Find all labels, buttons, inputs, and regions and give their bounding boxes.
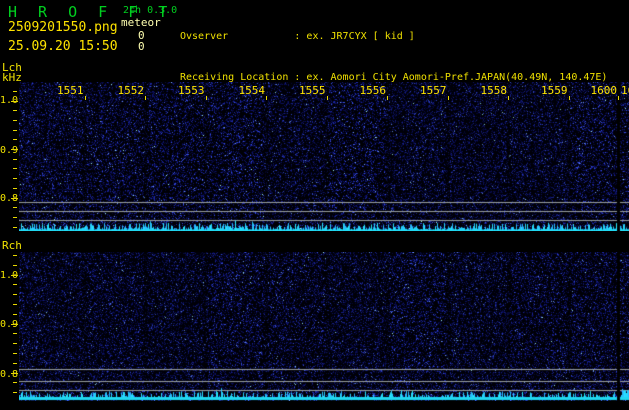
- axis-tick: [13, 294, 17, 296]
- axis-tick: [618, 96, 619, 100]
- axis-tick: [11, 323, 18, 325]
- lch-freq-label: 0.9: [0, 144, 19, 156]
- axis-tick: [11, 197, 18, 199]
- axis-tick: [13, 284, 17, 286]
- app-version: 2ch 0.3.0: [123, 5, 178, 16]
- axis-tick: [13, 343, 17, 345]
- rch-freq-label: 0.8: [0, 368, 19, 380]
- time-tick-label: 1600: [590, 84, 618, 97]
- axis-tick: [11, 372, 18, 374]
- axis-tick: [13, 207, 17, 209]
- axis-tick: [13, 178, 17, 180]
- axis-tick: [13, 216, 17, 218]
- axis-tick: [11, 149, 18, 150]
- output-filename: 2509201550.png: [8, 20, 118, 35]
- time-tick-label: 1557: [420, 84, 447, 97]
- axis-tick: [13, 187, 17, 189]
- axis-tick: [11, 100, 18, 102]
- time-tick-label-clipped: 16: [621, 84, 629, 97]
- time-tick-label: 1559: [541, 84, 568, 97]
- time-tick-label: 1556: [359, 84, 387, 97]
- axis-tick: [205, 96, 207, 100]
- axis-tick: [13, 313, 17, 315]
- axis-tick: [266, 96, 267, 100]
- axis-tick: [13, 168, 17, 170]
- rch-spectrogram: [19, 252, 629, 401]
- axis-tick: [508, 96, 509, 100]
- axis-tick: [387, 96, 388, 100]
- axis-tick: [13, 362, 17, 364]
- axis-tick: [326, 96, 328, 100]
- axis-tick: [13, 353, 17, 354]
- axis-tick: [84, 96, 86, 100]
- axis-tick: [13, 110, 17, 112]
- hrofft-window: H R O F F T 2ch 0.3.0 2509201550.png met…: [0, 0, 629, 410]
- axis-tick: [13, 264, 17, 266]
- axis-tick: [13, 304, 17, 305]
- rch-channel-label: Rch: [2, 239, 22, 252]
- axis-tick: [13, 255, 17, 256]
- observer-line: Ovserver : ex. JR7CYX [ kid ]: [180, 31, 415, 42]
- time-tick-label: 1558: [480, 84, 508, 97]
- axis-tick: [13, 139, 17, 141]
- axis-tick: [13, 226, 17, 228]
- meteor-count-rch: 0: [138, 40, 145, 53]
- axis-tick: [13, 90, 17, 92]
- meteor-counter-label: meteor: [121, 16, 161, 29]
- timestamp-label: 25.09.20 15:50: [8, 39, 118, 54]
- axis-tick: [13, 382, 17, 384]
- axis-tick: [13, 392, 17, 394]
- time-tick-label: 1555: [299, 84, 326, 97]
- axis-tick: [568, 96, 570, 100]
- time-tick-label: 1553: [178, 84, 205, 97]
- axis-tick: [13, 333, 17, 335]
- axis-tick: [13, 129, 17, 131]
- lch-spectrogram: [19, 82, 629, 231]
- axis-tick: [145, 96, 146, 100]
- time-tick-label: 1554: [238, 84, 266, 97]
- time-tick-label: 1551: [57, 84, 84, 97]
- axis-tick: [11, 274, 18, 276]
- axis-tick: [13, 158, 17, 160]
- axis-tick: [13, 119, 17, 121]
- time-tick-label: 1552: [117, 84, 145, 97]
- axis-tick: [447, 96, 449, 100]
